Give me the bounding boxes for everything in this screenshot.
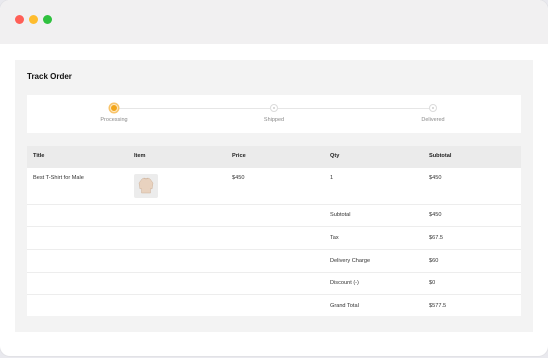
maximize-window-button[interactable] [43,15,52,24]
column-header-price: Price [232,153,246,159]
summary-value-subtotal: $450 [429,212,442,218]
step-label: Shipped [263,117,285,123]
row-divider [27,226,521,227]
column-header-title: Title [33,153,45,159]
summary-label-discount: Discount (-) [330,280,359,286]
step-pending-icon [270,104,278,112]
step-label: Delivered [421,117,445,123]
minimize-window-button[interactable] [29,15,38,24]
step-label: Processing [100,117,128,123]
page-title: Track Order [27,72,72,81]
order-table: Title Item Price Qty Subtotal Best T-Shi… [27,146,521,316]
product-qty: 1 [330,175,334,181]
summary-label-tax: Tax [330,235,339,241]
product-price: $450 [232,175,245,181]
browser-window: Track Order Processing Shipped Delivered… [0,0,548,356]
progress-line-2 [278,108,430,109]
step-active-icon [110,104,118,112]
progress-line-1 [118,108,270,109]
product-thumbnail [134,174,158,198]
summary-label-delivery: Delivery Charge [330,258,371,264]
window-titlebar [0,0,548,44]
sweatshirt-icon [138,177,154,194]
close-window-button[interactable] [15,15,24,24]
summary-label-grand-total: Grand Total [330,303,359,309]
row-divider [27,294,521,295]
summary-label-subtotal: Subtotal [330,212,351,218]
summary-value-grand-total: $577.5 [429,303,447,309]
row-divider [27,249,521,250]
row-divider [27,204,521,205]
column-header-qty: Qty [330,153,340,159]
summary-value-tax: $67.5 [429,235,443,241]
row-divider [27,272,521,273]
order-progress-tracker: Processing Shipped Delivered [27,95,521,133]
summary-value-delivery: $60 [429,258,439,264]
summary-value-discount: $0 [429,280,436,286]
step-pending-icon [429,104,437,112]
track-order-panel: Track Order Processing Shipped Delivered… [15,60,533,332]
product-title: Best T-Shirt for Male [33,175,84,181]
table-header: Title Item Price Qty Subtotal [27,146,521,168]
product-subtotal: $450 [429,175,442,181]
column-header-item: Item [134,153,146,159]
column-header-subtotal: Subtotal [429,153,452,159]
